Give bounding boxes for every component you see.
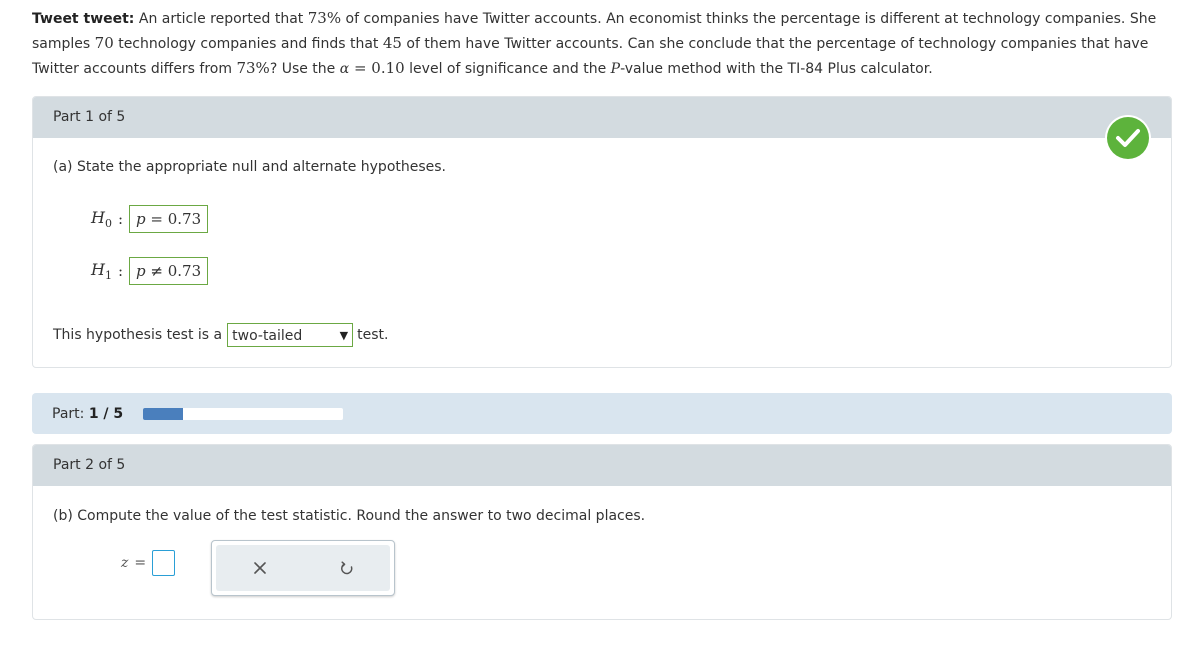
problem-text: technology companies and finds that	[113, 36, 383, 52]
h1-label: H1	[91, 259, 112, 283]
check-icon	[1107, 117, 1149, 159]
x-icon	[253, 562, 266, 574]
test-type-select[interactable]: two-tailed ▼	[227, 323, 354, 347]
test-prefix: This hypothesis test is a	[53, 327, 223, 343]
part1-question: (a) State the appropriate null and alter…	[53, 159, 447, 175]
math-sample-size: 70	[94, 34, 114, 52]
part2-panel: Part 2 of 5 (b) Compute the value of the…	[32, 444, 1172, 620]
progress-bar	[143, 407, 344, 420]
problem-text: level of significance and the	[404, 61, 611, 77]
alt-hypothesis-answer[interactable]: p ≠ 0.73	[129, 257, 209, 285]
progress-label: Part: 1 / 5	[52, 405, 124, 422]
answer-toolbox	[211, 540, 395, 596]
clear-button[interactable]	[245, 553, 275, 583]
undo-button[interactable]	[332, 553, 362, 583]
null-hypothesis-row: H0 : p = 0.73	[91, 205, 209, 233]
alt-hypothesis-row: H1 : p ≠ 0.73	[91, 257, 209, 285]
math-p: P	[610, 61, 621, 77]
undo-icon	[340, 561, 352, 575]
z-answer-row: z =	[121, 550, 176, 576]
problem-title: Tweet tweet:	[32, 11, 135, 27]
problem-statement: Tweet tweet: An article reported that 73…	[32, 6, 1172, 81]
math-alpha-value: = 0.10	[349, 59, 405, 77]
part2-question: (b) Compute the value of the test statis…	[53, 508, 646, 524]
progress-fill	[143, 407, 184, 420]
h0-label: H0	[91, 207, 112, 231]
part2-header: Part 2 of 5	[33, 445, 1171, 486]
dropdown-arrow-icon: ▼	[339, 329, 349, 342]
math-count: 45	[382, 34, 402, 52]
problem-text: An article reported that	[134, 11, 308, 27]
part1-header: Part 1 of 5	[33, 97, 1171, 138]
test-type-value: two-tailed	[232, 328, 303, 344]
problem-text: ? Use the	[269, 61, 340, 77]
problem-text: -value method with the TI-84 Plus calcul…	[620, 61, 933, 77]
z-value-input[interactable]	[152, 550, 176, 576]
math-percent: 73%	[236, 59, 270, 77]
test-suffix: test.	[357, 327, 389, 343]
z-label: z	[121, 555, 129, 571]
z-equals: =	[134, 555, 147, 571]
math-alpha: α	[339, 61, 350, 77]
null-hypothesis-answer[interactable]: p = 0.73	[129, 205, 209, 233]
progress-strip: Part: 1 / 5	[32, 393, 1172, 434]
test-type-row: This hypothesis test is a two-tailed ▼ t…	[53, 323, 388, 347]
part1-panel: Part 1 of 5 (a) State the appropriate nu…	[32, 96, 1172, 368]
math-percent: 73%	[307, 9, 342, 27]
